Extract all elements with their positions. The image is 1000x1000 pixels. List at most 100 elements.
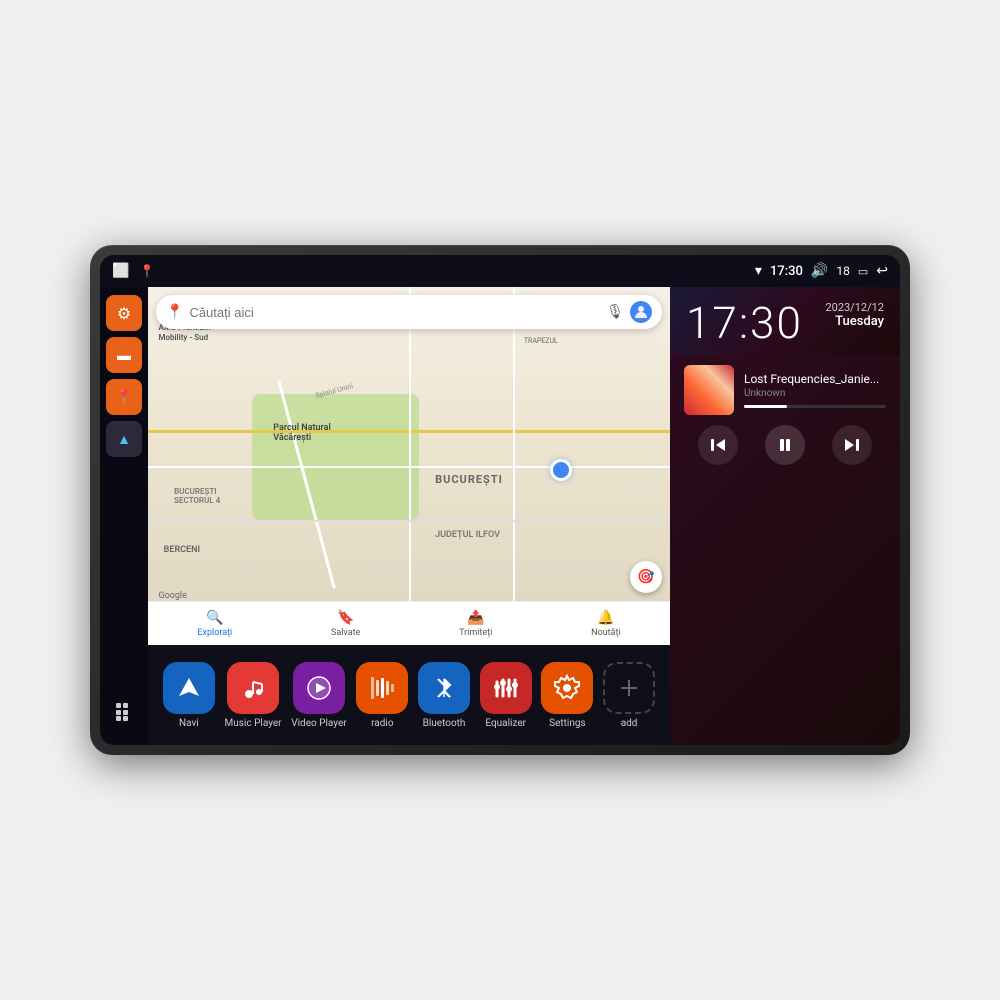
saved-label: Salvate [331,628,360,638]
music-next-button[interactable] [832,425,872,465]
app-music-player[interactable]: Music Player [225,662,282,729]
device-screen: ⬜ 📍 ▾ 17:30 🔊 18 ▭ ↩ ⚙ ▬ [100,255,900,745]
add-icon-bg [603,662,655,714]
music-prev-button[interactable] [698,425,738,465]
equalizer-icon [492,674,520,702]
map-pin-icon: 📍 [115,389,132,405]
add-label: add [621,718,638,729]
sidebar-nav-button[interactable]: ▲ [106,421,142,457]
clock-date-year: 2023/12/12 [825,301,884,314]
sidebar-apps-button[interactable] [106,693,142,729]
next-icon [843,436,861,454]
map-location-dot [550,459,572,481]
app-radio[interactable]: radio [356,662,408,729]
map-my-location-button[interactable]: 🎯 [630,561,662,593]
music-artist: Unknown [744,388,886,399]
map-nav-share[interactable]: 📤 Trimiteți [459,610,492,638]
radio-label: radio [371,718,393,729]
video-player-label: Video Player [291,718,346,729]
profile-icon [634,305,648,319]
status-bar: ⬜ 📍 ▾ 17:30 🔊 18 ▭ ↩ [100,255,900,287]
music-progress-bar-container [744,405,886,408]
settings-icon: ⚙ [117,304,131,323]
location-target-icon: 🎯 [637,569,654,585]
music-icon [239,674,267,702]
google-maps-icon: 📍 [166,304,183,320]
share-label: Trimiteți [459,628,492,638]
video-icon [305,674,333,702]
microphone-icon[interactable]: 🎙 [606,304,624,320]
app-equalizer[interactable]: Equalizer [480,662,532,729]
apps-grid-icon [114,701,134,721]
map-label-berceni: BERCENI [164,545,200,555]
clock-time-display: 17:30 [686,301,803,345]
settings-gear-icon [553,674,581,702]
device-outer: ⬜ 📍 ▾ 17:30 🔊 18 ▭ ↩ ⚙ ▬ [90,245,910,755]
music-controls [684,425,886,465]
map-label-bucharest: BUCUREȘTI [435,473,503,486]
music-player-label: Music Player [225,718,282,729]
settings-label: Settings [549,718,586,729]
map-search-input[interactable] [189,305,600,320]
app-bluetooth[interactable]: Bluetooth [418,662,470,729]
map-background: AXIS PremiumMobility - Sud Pizza & Baker… [148,287,670,645]
album-art [684,365,734,415]
navi-label: Navi [179,718,199,729]
road-5 [148,520,670,522]
music-widget: Lost Frequencies_Janie... Unknown [670,355,900,745]
status-bar-right: ▾ 17:30 🔊 18 ▭ ↩ [755,263,888,279]
main-content: ⚙ ▬ 📍 ▲ [100,287,900,745]
battery-level: 18 [836,264,850,278]
home-icon[interactable]: ⬜ [112,263,129,279]
bluetooth-icon [430,674,458,702]
map-label-trapez: TRAPEZUL [524,337,558,345]
map-label-park: Parcul NaturalVăcărești [273,423,331,443]
profile-avatar[interactable] [630,301,652,323]
news-icon: 🔔 [597,610,614,626]
prev-icon [709,436,727,454]
clock-date-day: Tuesday [825,314,884,329]
map-nav-explore[interactable]: 🔍 Explorați [197,610,232,638]
status-bar-left: ⬜ 📍 [112,263,154,279]
map-nav-saved[interactable]: 🔖 Salvate [331,610,360,638]
map-search-bar[interactable]: 📍 🎙 [156,295,662,329]
map-label-google: Google [158,591,186,601]
map-label-sectorul4: BUCUREȘTISECTORUL 4 [174,487,220,505]
app-navi[interactable]: Navi [163,662,215,729]
back-icon[interactable]: ↩ [876,263,888,279]
app-video-player[interactable]: Video Player [291,662,346,729]
clock-date-display: 2023/12/12 Tuesday [825,301,884,329]
right-panel: 17:30 2023/12/12 Tuesday Lost Freque [670,287,900,745]
sidebar-maps-button[interactable]: 📍 [106,379,142,415]
files-icon: ▬ [117,347,131,364]
music-details: Lost Frequencies_Janie... Unknown [744,372,886,408]
music-title: Lost Frequencies_Janie... [744,372,886,386]
music-play-pause-button[interactable] [765,425,805,465]
explore-label: Explorați [197,628,232,638]
app-settings[interactable]: Settings [541,662,593,729]
volume-icon: 🔊 [811,263,828,279]
map-container[interactable]: AXIS PremiumMobility - Sud Pizza & Baker… [148,287,670,645]
wifi-icon: ▾ [755,263,762,279]
saved-icon: 🔖 [337,610,354,626]
bluetooth-label: Bluetooth [423,718,466,729]
app-add[interactable]: add [603,662,655,729]
radio-icon [368,674,396,702]
sidebar-files-button[interactable]: ▬ [106,337,142,373]
music-info: Lost Frequencies_Janie... Unknown [684,365,886,415]
album-art-image [684,365,734,415]
sidebar-settings-button[interactable]: ⚙ [106,295,142,331]
maps-status-icon[interactable]: 📍 [139,264,154,278]
share-icon: 📤 [467,610,484,626]
status-time: 17:30 [770,264,803,279]
radio-icon-bg [356,662,408,714]
add-icon [617,676,641,700]
app-grid: Navi Music Pl [148,645,670,745]
settings-icon-bg [541,662,593,714]
equalizer-label: Equalizer [485,718,526,729]
road-4 [513,287,515,645]
park-green [252,394,419,519]
music-icon-bg [227,662,279,714]
nav-arrow-icon: ▲ [117,431,131,448]
map-nav-news[interactable]: 🔔 Noutăți [591,610,621,638]
